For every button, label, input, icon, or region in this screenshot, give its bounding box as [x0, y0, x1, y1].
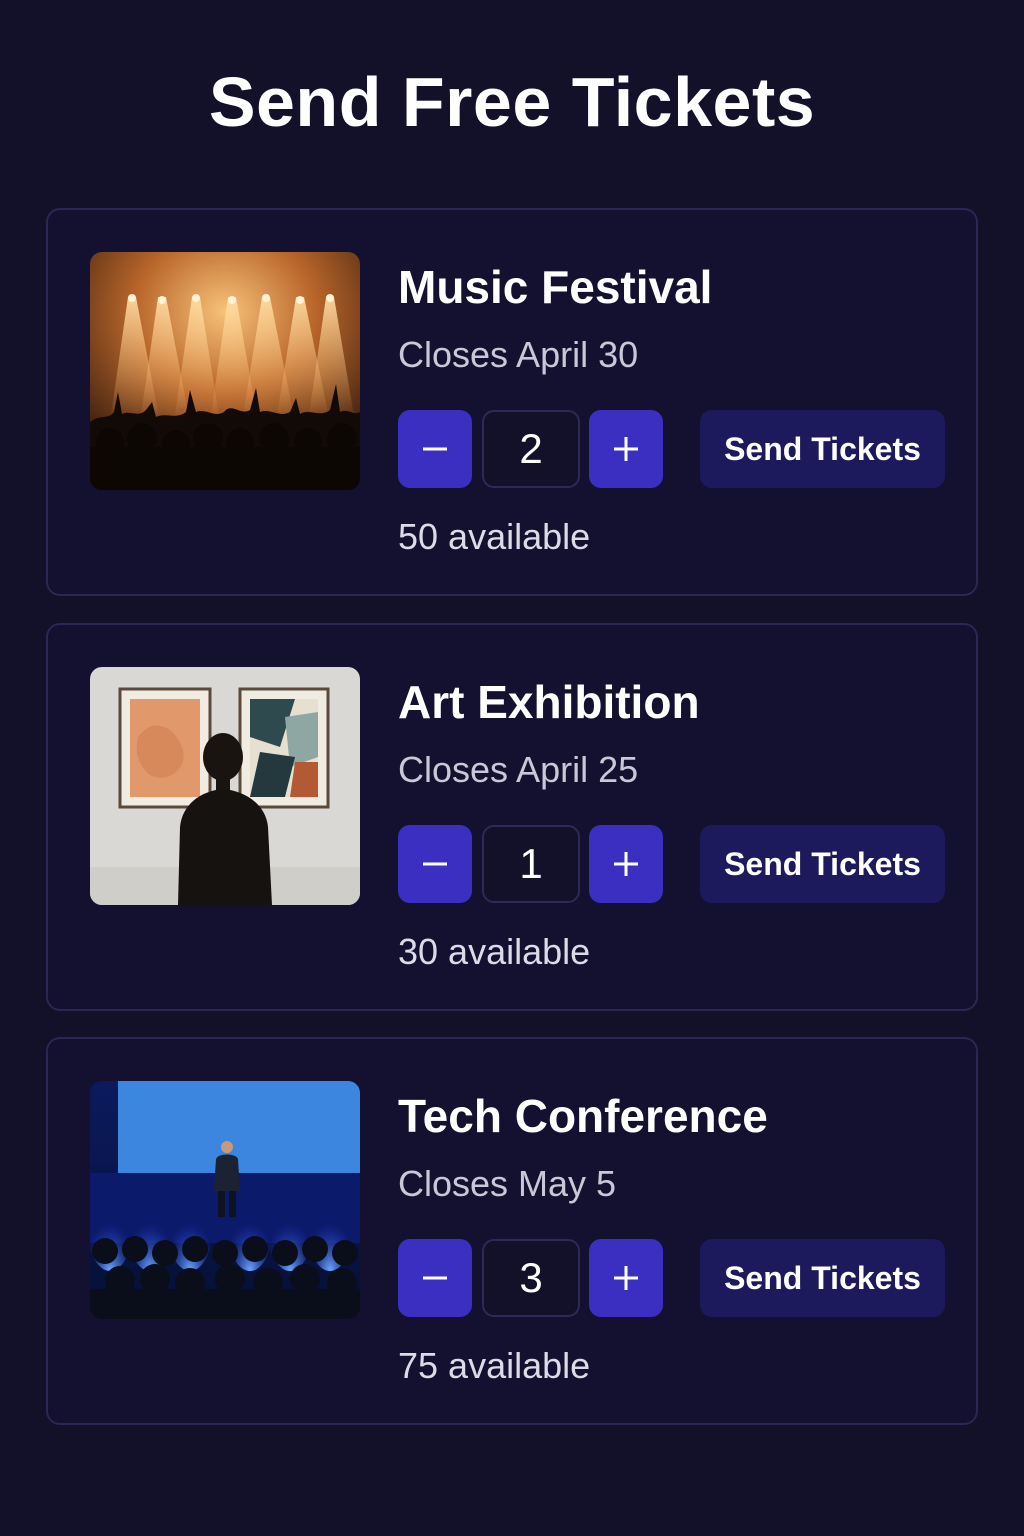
increment-button[interactable]	[589, 410, 663, 488]
decrement-button[interactable]	[398, 825, 472, 903]
plus-icon	[614, 437, 638, 461]
quantity-value[interactable]: 3	[482, 1239, 580, 1317]
plus-icon	[614, 1266, 638, 1290]
event-close-date: Closes May 5	[398, 1163, 617, 1204]
quantity-value[interactable]: 1	[482, 825, 580, 903]
page-title: Send Free Tickets	[208, 63, 816, 141]
event-card-music-festival: Music Festival Closes April 30 2 Send Ti…	[46, 208, 978, 596]
event-card-art-exhibition: Art Exhibition Closes April 25 1 Send Ti…	[46, 623, 978, 1011]
event-image-music-festival	[90, 252, 360, 490]
minus-icon	[423, 1276, 447, 1280]
send-tickets-button[interactable]: Send Tickets	[700, 825, 945, 903]
event-close-date: Closes April 30	[398, 334, 639, 375]
plus-icon	[614, 852, 638, 876]
increment-button[interactable]	[589, 1239, 663, 1317]
decrement-button[interactable]	[398, 410, 472, 488]
event-close-date: Closes April 25	[398, 749, 639, 790]
minus-icon	[423, 862, 447, 866]
event-title: Art Exhibition	[398, 676, 700, 728]
send-tickets-button[interactable]: Send Tickets	[700, 410, 945, 488]
event-image-tech-conference	[90, 1081, 360, 1319]
available-count: 30 available	[398, 931, 591, 972]
increment-button[interactable]	[589, 825, 663, 903]
event-image-art-exhibition	[90, 667, 360, 905]
available-count: 75 available	[398, 1345, 591, 1386]
event-title: Tech Conference	[398, 1090, 768, 1142]
send-tickets-button[interactable]: Send Tickets	[700, 1239, 945, 1317]
available-count: 50 available	[398, 516, 591, 557]
decrement-button[interactable]	[398, 1239, 472, 1317]
minus-icon	[423, 447, 447, 451]
event-title: Music Festival	[398, 261, 713, 313]
event-card-tech-conference: Tech Conference Closes May 5 3 Send Tick…	[46, 1037, 978, 1425]
quantity-value[interactable]: 2	[482, 410, 580, 488]
